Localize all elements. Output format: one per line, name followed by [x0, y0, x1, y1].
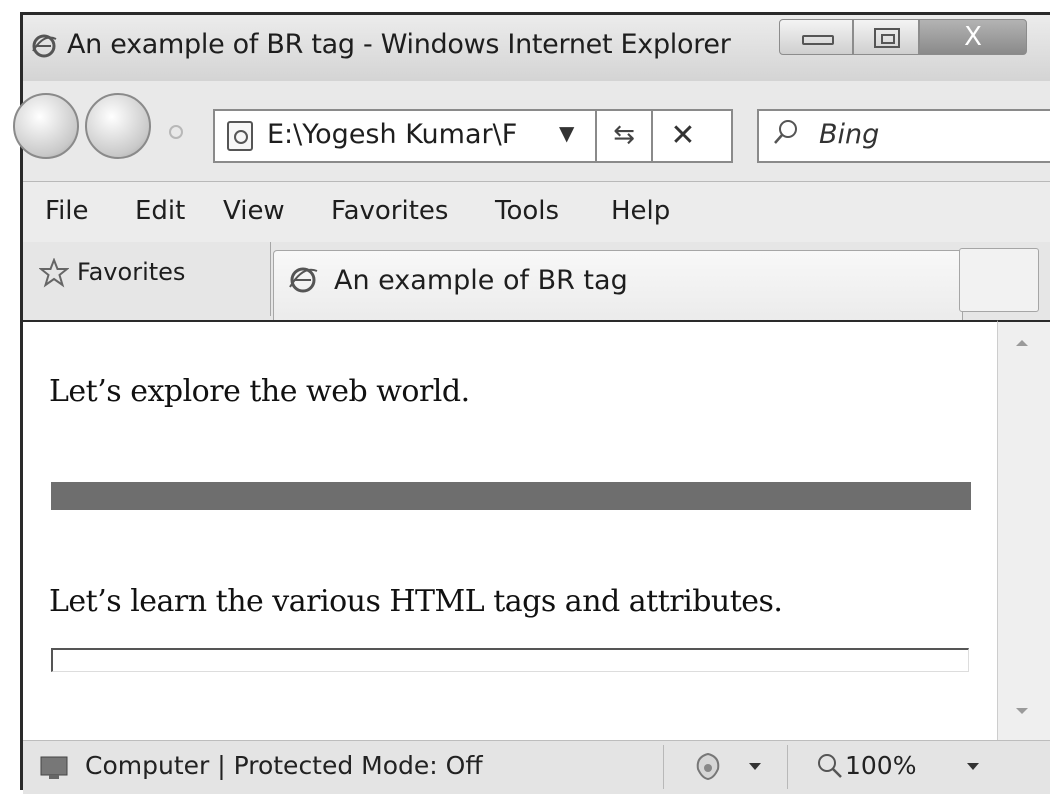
stop-button[interactable]: ✕ [653, 111, 713, 161]
window-title: An example of BR tag - Windows Internet … [67, 29, 731, 60]
refresh-button[interactable]: ⇆ [597, 111, 651, 161]
menu-view[interactable]: View [223, 196, 285, 226]
scroll-up-icon[interactable] [1016, 340, 1028, 346]
address-bar[interactable]: E:\Yogesh Kumar\F ▼ ⇆ ✕ [213, 109, 733, 163]
menu-favorites[interactable]: Favorites [331, 196, 448, 226]
search-placeholder[interactable]: Bing [819, 119, 879, 150]
page-content: Let’s explore the web world. Let’s learn… [23, 320, 997, 742]
zoom-dropdown-icon[interactable] [967, 763, 979, 770]
forward-button[interactable] [85, 93, 151, 159]
tab-bar: Favorites An example of BR tag [23, 242, 1050, 322]
status-bar: Computer | Protected Mode: Off 100% [23, 740, 1050, 794]
minimize-button[interactable] [779, 19, 853, 55]
restore-icon [874, 28, 900, 48]
navigation-toolbar: E:\Yogesh Kumar\F ▼ ⇆ ✕ Bing [13, 81, 1050, 181]
address-dropdown-icon[interactable]: ▼ [559, 121, 574, 145]
page-icon [227, 121, 253, 151]
menu-file[interactable]: File [45, 196, 89, 226]
divider [663, 745, 664, 789]
paragraph-2: Let’s learn the various HTML tags and at… [49, 584, 783, 619]
favorites-button[interactable]: Favorites [23, 242, 271, 316]
title-bar[interactable]: An example of BR tag - Windows Internet … [23, 15, 1050, 81]
tab-active[interactable]: An example of BR tag [273, 250, 963, 322]
recent-pages-dropdown[interactable] [169, 125, 183, 139]
security-zone-text: Computer | Protected Mode: Off [85, 751, 483, 780]
divider [787, 745, 788, 789]
new-tab-button[interactable] [959, 248, 1039, 312]
search-icon [774, 120, 797, 144]
ie-logo-icon [289, 267, 318, 293]
zoom-icon[interactable] [815, 751, 843, 779]
favorites-label: Favorites [77, 258, 186, 286]
menu-help[interactable]: Help [611, 196, 670, 226]
horizontal-rule-thick [51, 482, 971, 510]
paragraph-1: Let’s explore the web world. [49, 374, 470, 409]
browser-window: An example of BR tag - Windows Internet … [13, 12, 1050, 794]
menu-bar: File Edit View Favorites Tools Help [23, 181, 1050, 243]
address-text[interactable]: E:\Yogesh Kumar\F [267, 119, 557, 150]
computer-icon [40, 756, 68, 779]
scroll-down-icon[interactable] [1016, 708, 1028, 714]
security-status-icon[interactable] [693, 751, 723, 781]
chevron-down-icon[interactable] [749, 763, 761, 770]
maximize-button[interactable] [853, 19, 919, 55]
back-button[interactable] [13, 93, 79, 159]
vertical-scrollbar[interactable] [997, 320, 1050, 740]
search-box[interactable]: Bing [757, 109, 1050, 163]
tab-label: An example of BR tag [334, 265, 628, 296]
favorites-star-icon [39, 258, 69, 288]
minimize-icon [802, 35, 834, 45]
zoom-level[interactable]: 100% [845, 751, 916, 780]
close-button[interactable]: X [919, 19, 1027, 55]
horizontal-rule-thin [51, 648, 969, 672]
menu-edit[interactable]: Edit [135, 196, 185, 226]
menu-tools[interactable]: Tools [495, 196, 559, 226]
ie-logo-icon [32, 34, 57, 58]
